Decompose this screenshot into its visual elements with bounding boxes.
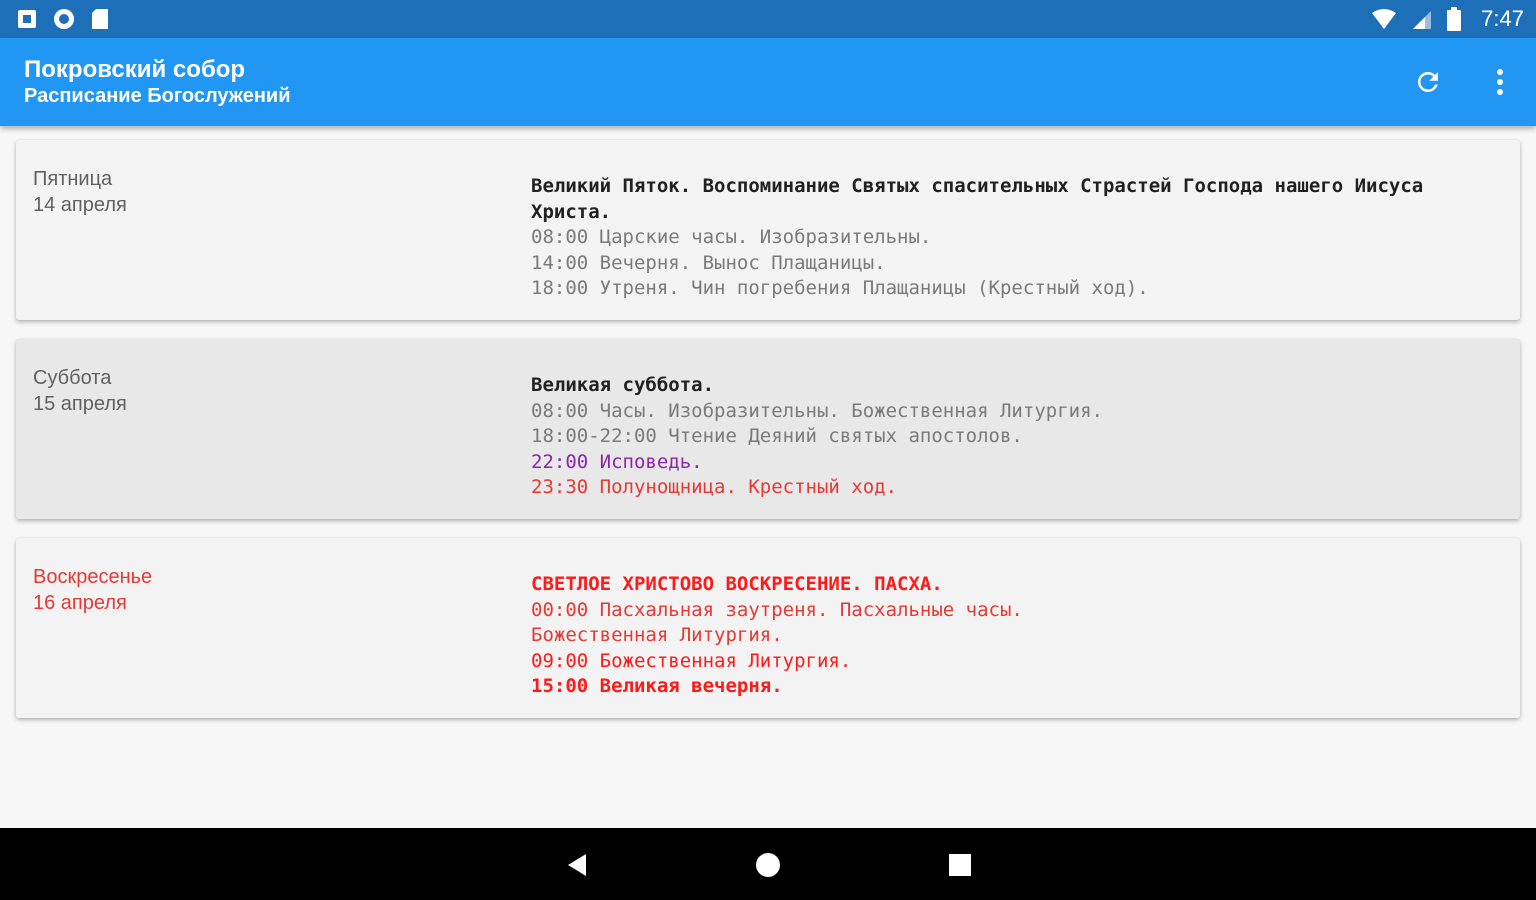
service-line: 22:00 Исповедь. — [531, 450, 703, 473]
app-bar: Покровский собор Расписание Богослужений — [0, 38, 1536, 126]
day-date: 16 апреля — [33, 592, 127, 614]
notification-square-icon — [18, 10, 36, 28]
more-vertical-icon — [1497, 69, 1503, 95]
cell-signal-icon — [1413, 11, 1432, 29]
day-date: 14 апреля — [33, 194, 127, 216]
status-bar-right: 7:47 — [1371, 6, 1524, 32]
service-title: Великая суббота. — [531, 374, 715, 396]
day-weekday: Суббота — [33, 367, 112, 389]
service-title: СВЕТЛОЕ ХРИСТОВО ВОСКРЕСЕНИЕ. ПАСХА. — [531, 573, 943, 595]
day-services: СВЕТЛОЕ ХРИСТОВО ВОСКРЕСЕНИЕ. ПАСХА. 00:… — [531, 572, 1491, 700]
back-triangle-icon — [568, 854, 586, 876]
day-label: Пятница 14 апреля — [33, 166, 127, 218]
more-options-button[interactable] — [1478, 60, 1522, 104]
service-title: Великий Пяток. Воспоминание Святых спаси… — [531, 175, 1435, 223]
sync-circle-icon — [54, 9, 74, 29]
service-line: 18:00-22:00 Чтение Деяний святых апостол… — [531, 425, 1023, 447]
navigation-bar — [0, 828, 1536, 900]
day-date: 15 апреля — [33, 393, 127, 415]
status-time: 7:47 — [1481, 6, 1524, 31]
app-title: Покровский собор — [24, 56, 246, 83]
home-button[interactable] — [743, 840, 793, 890]
service-line: 08:00 Часы. Изобразительны. Божественная… — [531, 399, 1103, 422]
refresh-button[interactable] — [1406, 60, 1450, 104]
service-line: 00:00 Пасхальная заутреня. Пасхальные ча… — [531, 598, 1023, 621]
service-line: 15:00 Великая вечерня. — [531, 675, 783, 697]
service-line: Божественная Литургия. — [531, 624, 783, 646]
day-card-friday[interactable]: Пятница 14 апреля Великий Пяток. Воспоми… — [16, 140, 1520, 320]
status-bar-left — [16, 7, 110, 31]
day-label: Суббота 15 апреля — [33, 365, 127, 417]
battery-icon — [1447, 7, 1462, 31]
day-card-saturday[interactable]: Суббота 15 апреля Великая суббота. 08:00… — [16, 339, 1520, 519]
service-line: 23:30 Полунощница. Крестный ход. — [531, 476, 898, 498]
day-weekday: Воскресенье — [33, 566, 153, 588]
day-card-sunday[interactable]: Воскресенье 16 апреля СВЕТЛОЕ ХРИСТОВО В… — [16, 538, 1520, 718]
service-line: 14:00 Вечерня. Вынос Плащаницы. — [531, 251, 886, 274]
app-subtitle: Расписание Богослужений — [24, 85, 291, 107]
wifi-icon — [1372, 9, 1397, 29]
day-services: Великая суббота. 08:00 Часы. Изобразител… — [531, 373, 1491, 501]
recents-button[interactable] — [935, 840, 985, 890]
day-services: Великий Пяток. Воспоминание Святых спаси… — [531, 174, 1491, 302]
refresh-icon — [1417, 71, 1438, 92]
service-line: 08:00 Царские часы. Изобразительны. — [531, 226, 932, 248]
recents-square-icon — [949, 854, 971, 876]
home-circle-icon — [756, 853, 780, 877]
sd-card-icon — [92, 9, 108, 29]
service-line: 18:00 Утреня. Чин погребения Плащаницы (… — [531, 277, 1149, 299]
status-bar: 7:47 — [0, 0, 1536, 38]
day-label: Воскресенье 16 апреля — [33, 564, 152, 616]
back-button[interactable] — [552, 840, 602, 890]
service-line: 09:00 Божественная Литургия. — [531, 649, 852, 672]
day-weekday: Пятница — [33, 168, 113, 190]
